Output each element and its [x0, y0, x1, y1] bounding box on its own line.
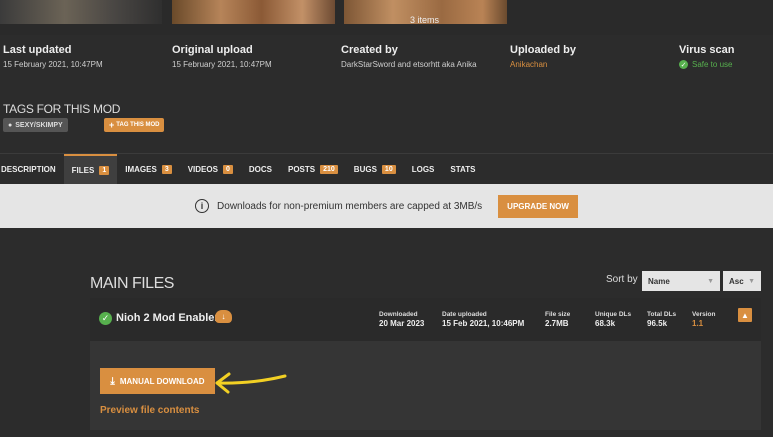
chevron-down-icon: ▼	[748, 277, 755, 285]
tab-bugs[interactable]: BUGS 10	[346, 154, 404, 185]
tab-badge: 0	[222, 165, 233, 174]
tab-badge: 3	[161, 165, 172, 174]
gallery-thumbnail[interactable]	[172, 0, 335, 24]
tag-this-mod-button[interactable]: + TAG THIS MOD	[104, 118, 165, 132]
stat-label: Version	[692, 311, 716, 318]
meta-virus-scan: Virus scan ✓ Safe to use	[679, 44, 734, 69]
tab-label: BUGS	[353, 165, 377, 174]
meta-value: 15 February 2021, 10:47PM	[3, 60, 103, 69]
tab-posts[interactable]: POSTS 210	[280, 154, 346, 185]
stat-value: 1.1	[692, 319, 704, 328]
tab-label: DOCS	[248, 165, 272, 174]
tab-videos[interactable]: VIDEOS 0	[180, 154, 241, 185]
meta-last-updated: Last updated 15 February 2021, 10:47PM	[3, 44, 103, 69]
main-files-title: MAIN FILES	[90, 275, 174, 292]
virus-scan-text: Safe to use	[692, 60, 733, 69]
tab-images[interactable]: IMAGES 3	[117, 154, 179, 185]
meta-uploaded-by: Uploaded by Anikachan	[510, 44, 576, 69]
download-speed-notice: i Downloads for non-premium members are …	[0, 184, 773, 228]
image-gallery-strip: 3 items	[0, 0, 773, 35]
stat-version: Version 1.1	[692, 311, 715, 328]
tab-label: POSTS	[287, 165, 316, 174]
tab-files[interactable]: FILES 1	[63, 154, 118, 185]
stat-downloaded: Downloaded 20 Mar 2023	[379, 311, 424, 328]
tab-label: LOGS	[411, 165, 435, 174]
tab-badge: 210	[320, 165, 338, 174]
stat-value: 15 Feb 2021, 10:46PM	[442, 319, 525, 328]
upgrade-now-button[interactable]: UPGRADE NOW	[498, 194, 578, 218]
sort-field-select[interactable]: Name ▼	[642, 271, 720, 291]
tab-logs[interactable]: LOGS	[404, 154, 443, 185]
tab-stats[interactable]: STATS	[442, 154, 483, 185]
sort-order-select[interactable]: Asc ▼	[723, 271, 761, 291]
cloud-download-icon: ↓	[215, 310, 232, 323]
tag-label: SEXY/SKIMPY	[15, 121, 63, 129]
stat-label: Total DLs	[647, 311, 677, 318]
file-header[interactable]: ✓ Nioh 2 Mod Enabler ↓ Downloaded 20 Mar…	[90, 298, 761, 341]
manual-download-button[interactable]: ⤓ MANUAL DOWNLOAD	[100, 368, 215, 394]
stat-label: Date uploaded	[442, 311, 487, 318]
meta-label: Created by	[341, 44, 398, 56]
chevron-down-icon: ▼	[707, 277, 714, 285]
stat-total-dls: Total DLs 96.5k	[647, 311, 676, 328]
tab-label: STATS	[450, 165, 476, 174]
info-icon: i	[195, 199, 210, 213]
sort-order-value: Asc	[729, 276, 744, 286]
tab-description[interactable]: DESCRIPTION	[0, 154, 64, 185]
virus-scan-status[interactable]: ✓ Safe to use	[679, 60, 734, 69]
tags-title: TAGS FOR THIS MOD	[3, 102, 121, 116]
sort-field-value: Name	[648, 276, 670, 286]
check-circle-icon: ✓	[99, 312, 112, 325]
stat-value: 20 Mar 2023	[379, 319, 425, 328]
tab-badge: 10	[381, 165, 396, 174]
notice-text: Downloads for non-premium members are ca…	[217, 200, 483, 212]
tab-badge: 1	[99, 166, 110, 175]
stat-label: Unique DLs	[595, 311, 632, 318]
meta-value[interactable]: DarkStarSword and etsorhtt aka Anika	[341, 60, 477, 69]
sort-by-label: Sort by	[606, 274, 638, 285]
tab-docs[interactable]: DOCS	[241, 154, 280, 185]
tag-chip[interactable]: ● SEXY/SKIMPY	[3, 118, 68, 132]
stat-date-uploaded: Date uploaded 15 Feb 2021, 10:46PM	[442, 311, 524, 328]
meta-label: Virus scan	[679, 44, 735, 56]
manual-download-label: MANUAL DOWNLOAD	[119, 376, 205, 386]
stat-unique-dls: Unique DLs 68.3k	[595, 311, 631, 328]
meta-created-by: Created by DarkStarSword and etsorhtt ak…	[341, 44, 477, 69]
gallery-thumbnail[interactable]	[0, 0, 162, 24]
tag-this-mod-label: TAG THIS MOD	[116, 122, 160, 128]
tab-label: FILES	[71, 166, 95, 175]
download-icon: ⤓	[110, 375, 115, 387]
stat-file-size: File size 2.7MB	[545, 311, 570, 328]
mod-tabs: DESCRIPTION FILES 1 IMAGES 3 VIDEOS 0 DOCS …	[0, 153, 773, 185]
stat-label: File size	[545, 311, 571, 318]
file-card: ✓ Nioh 2 Mod Enabler ↓ Downloaded 20 Mar…	[90, 298, 761, 430]
tab-label: DESCRIPTION	[1, 165, 56, 174]
meta-label: Original upload	[172, 44, 253, 56]
check-circle-icon: ✓	[679, 60, 688, 69]
plus-icon: +	[109, 120, 115, 130]
tag-icon: ●	[8, 121, 13, 129]
annotation-arrow-icon	[215, 372, 287, 394]
stat-value: 96.5k	[647, 319, 668, 328]
tab-label: VIDEOS	[187, 165, 218, 174]
tab-label: IMAGES	[125, 165, 157, 174]
collapse-button[interactable]: ▲	[738, 308, 752, 322]
stat-label: Downloaded	[379, 311, 418, 318]
meta-label: Uploaded by	[510, 44, 577, 56]
meta-value: 15 February 2021, 10:47PM	[172, 60, 272, 69]
preview-file-contents-link[interactable]: Preview file contents	[100, 405, 199, 416]
file-name: Nioh 2 Mod Enabler	[116, 312, 219, 324]
uploader-link[interactable]: Anikachan	[510, 60, 576, 69]
meta-original-upload: Original upload 15 February 2021, 10:47P…	[172, 44, 272, 69]
meta-label: Last updated	[3, 44, 72, 56]
gallery-items-count: 3 items	[410, 15, 440, 25]
stat-value: 68.3k	[595, 319, 616, 328]
stat-value: 2.7MB	[545, 319, 569, 328]
